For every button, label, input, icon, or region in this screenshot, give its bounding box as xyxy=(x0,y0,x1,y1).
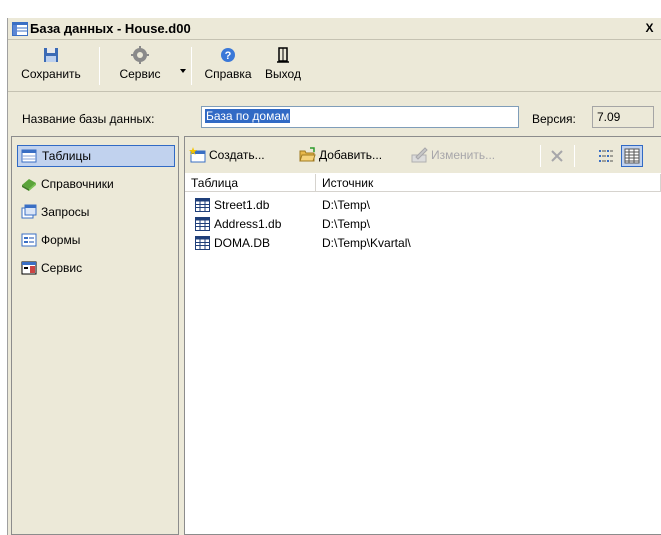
table-name-cell: Street1.db xyxy=(195,195,269,215)
sidebar-item-label: Таблицы xyxy=(42,149,92,163)
save-label: Сохранить xyxy=(21,67,81,81)
table-name-cell: Address1.db xyxy=(195,214,281,234)
edit-label: Изменить... xyxy=(431,148,496,162)
service-label: Сервис xyxy=(119,67,161,81)
title-bar: База данных - House.d00 X xyxy=(8,18,661,40)
toolbar-separator xyxy=(540,145,541,167)
add-label: Добавить... xyxy=(319,148,383,162)
help-button[interactable]: ? Справка xyxy=(198,43,258,87)
book-icon xyxy=(22,179,36,191)
chevron-down-icon[interactable] xyxy=(180,69,186,73)
create-label: Создать... xyxy=(209,148,265,162)
sidebar-item-service[interactable]: Сервис xyxy=(17,257,175,279)
table-source: D:\Temp\ xyxy=(322,198,371,212)
content-pane: Создать... Добавить... Изменить... Табли… xyxy=(184,136,661,535)
create-button[interactable]: Создать... xyxy=(189,145,265,165)
table-actions-toolbar: Создать... Добавить... Изменить... xyxy=(185,137,661,173)
edit-pencil-icon xyxy=(411,147,428,163)
db-name-label: Название базы данных: xyxy=(22,112,155,126)
edit-button[interactable]: Изменить... xyxy=(411,145,495,165)
sidebar-item-label: Запросы xyxy=(41,205,90,219)
folder-open-icon xyxy=(299,147,316,162)
gear-icon xyxy=(131,46,149,64)
service-button[interactable]: Сервис xyxy=(105,43,175,87)
delete-icon[interactable] xyxy=(549,148,565,164)
db-name-field[interactable]: База по домам xyxy=(201,106,519,128)
table-icon xyxy=(21,149,37,163)
query-icon xyxy=(21,204,37,219)
db-table-icon xyxy=(195,217,210,231)
window-title: База данных - House.d00 xyxy=(30,21,191,36)
sidebar: Таблицы Справочники Запросы Формы Сервис xyxy=(11,136,179,535)
database-app-icon xyxy=(12,22,28,36)
table-name-cell: DOMA.DB xyxy=(195,233,270,253)
table-source: D:\Temp\ xyxy=(322,217,371,231)
db-name-value: База по домам xyxy=(205,109,291,123)
tables-list: Таблица Источник Street1.db D:\Temp\ Add… xyxy=(185,174,661,534)
sidebar-item-label: Сервис xyxy=(41,261,83,275)
add-button[interactable]: Добавить... xyxy=(299,145,382,165)
sidebar-item-tables[interactable]: Таблицы xyxy=(17,145,175,167)
version-label: Версия: xyxy=(532,112,576,126)
details-view-icon xyxy=(624,148,640,164)
save-button[interactable]: Сохранить xyxy=(8,43,94,87)
toolbar-separator xyxy=(99,47,100,85)
version-field: 7.09 xyxy=(592,106,654,128)
help-label: Справка xyxy=(204,67,252,81)
sidebar-item-forms[interactable]: Формы xyxy=(17,229,175,251)
sidebar-item-queries[interactable]: Запросы xyxy=(17,201,175,223)
toolbar-separator xyxy=(574,145,575,167)
sidebar-item-label: Справочники xyxy=(41,177,114,191)
help-icon: ? xyxy=(221,48,235,62)
service-icon xyxy=(21,261,37,275)
svg-text:?: ? xyxy=(225,50,232,62)
table-name: DOMA.DB xyxy=(214,236,271,250)
sidebar-item-label: Формы xyxy=(41,233,81,247)
floppy-disk-icon xyxy=(44,48,58,62)
database-window: База данных - House.d00 X Сохранить Серв… xyxy=(7,18,661,535)
db-table-icon xyxy=(195,198,210,212)
close-button[interactable]: X xyxy=(641,20,658,37)
new-table-icon xyxy=(189,147,206,163)
exit-label: Выход xyxy=(265,67,301,81)
column-header-source[interactable]: Источник xyxy=(316,174,661,192)
column-header-table[interactable]: Таблица xyxy=(185,174,316,192)
table-row[interactable]: Street1.db D:\Temp\ xyxy=(185,195,661,215)
main-toolbar: Сохранить Сервис ? Справка Выход xyxy=(8,41,661,92)
table-source: D:\Temp\Kvartal\ xyxy=(322,236,411,250)
list-header: Таблица Источник xyxy=(185,174,661,192)
exit-button[interactable]: Выход xyxy=(256,43,310,87)
db-table-icon xyxy=(195,236,210,250)
table-row[interactable]: DOMA.DB D:\Temp\Kvartal\ xyxy=(185,233,661,253)
sidebar-item-references[interactable]: Справочники xyxy=(17,173,175,195)
list-view-button[interactable] xyxy=(595,145,617,167)
table-name: Address1.db xyxy=(214,217,282,231)
table-row[interactable]: Address1.db D:\Temp\ xyxy=(185,214,661,234)
list-view-icon xyxy=(599,150,613,162)
form-icon xyxy=(21,233,37,247)
table-name: Street1.db xyxy=(214,198,270,212)
exit-door-icon xyxy=(277,47,289,63)
details-view-button[interactable] xyxy=(621,145,643,167)
toolbar-separator xyxy=(191,47,192,85)
